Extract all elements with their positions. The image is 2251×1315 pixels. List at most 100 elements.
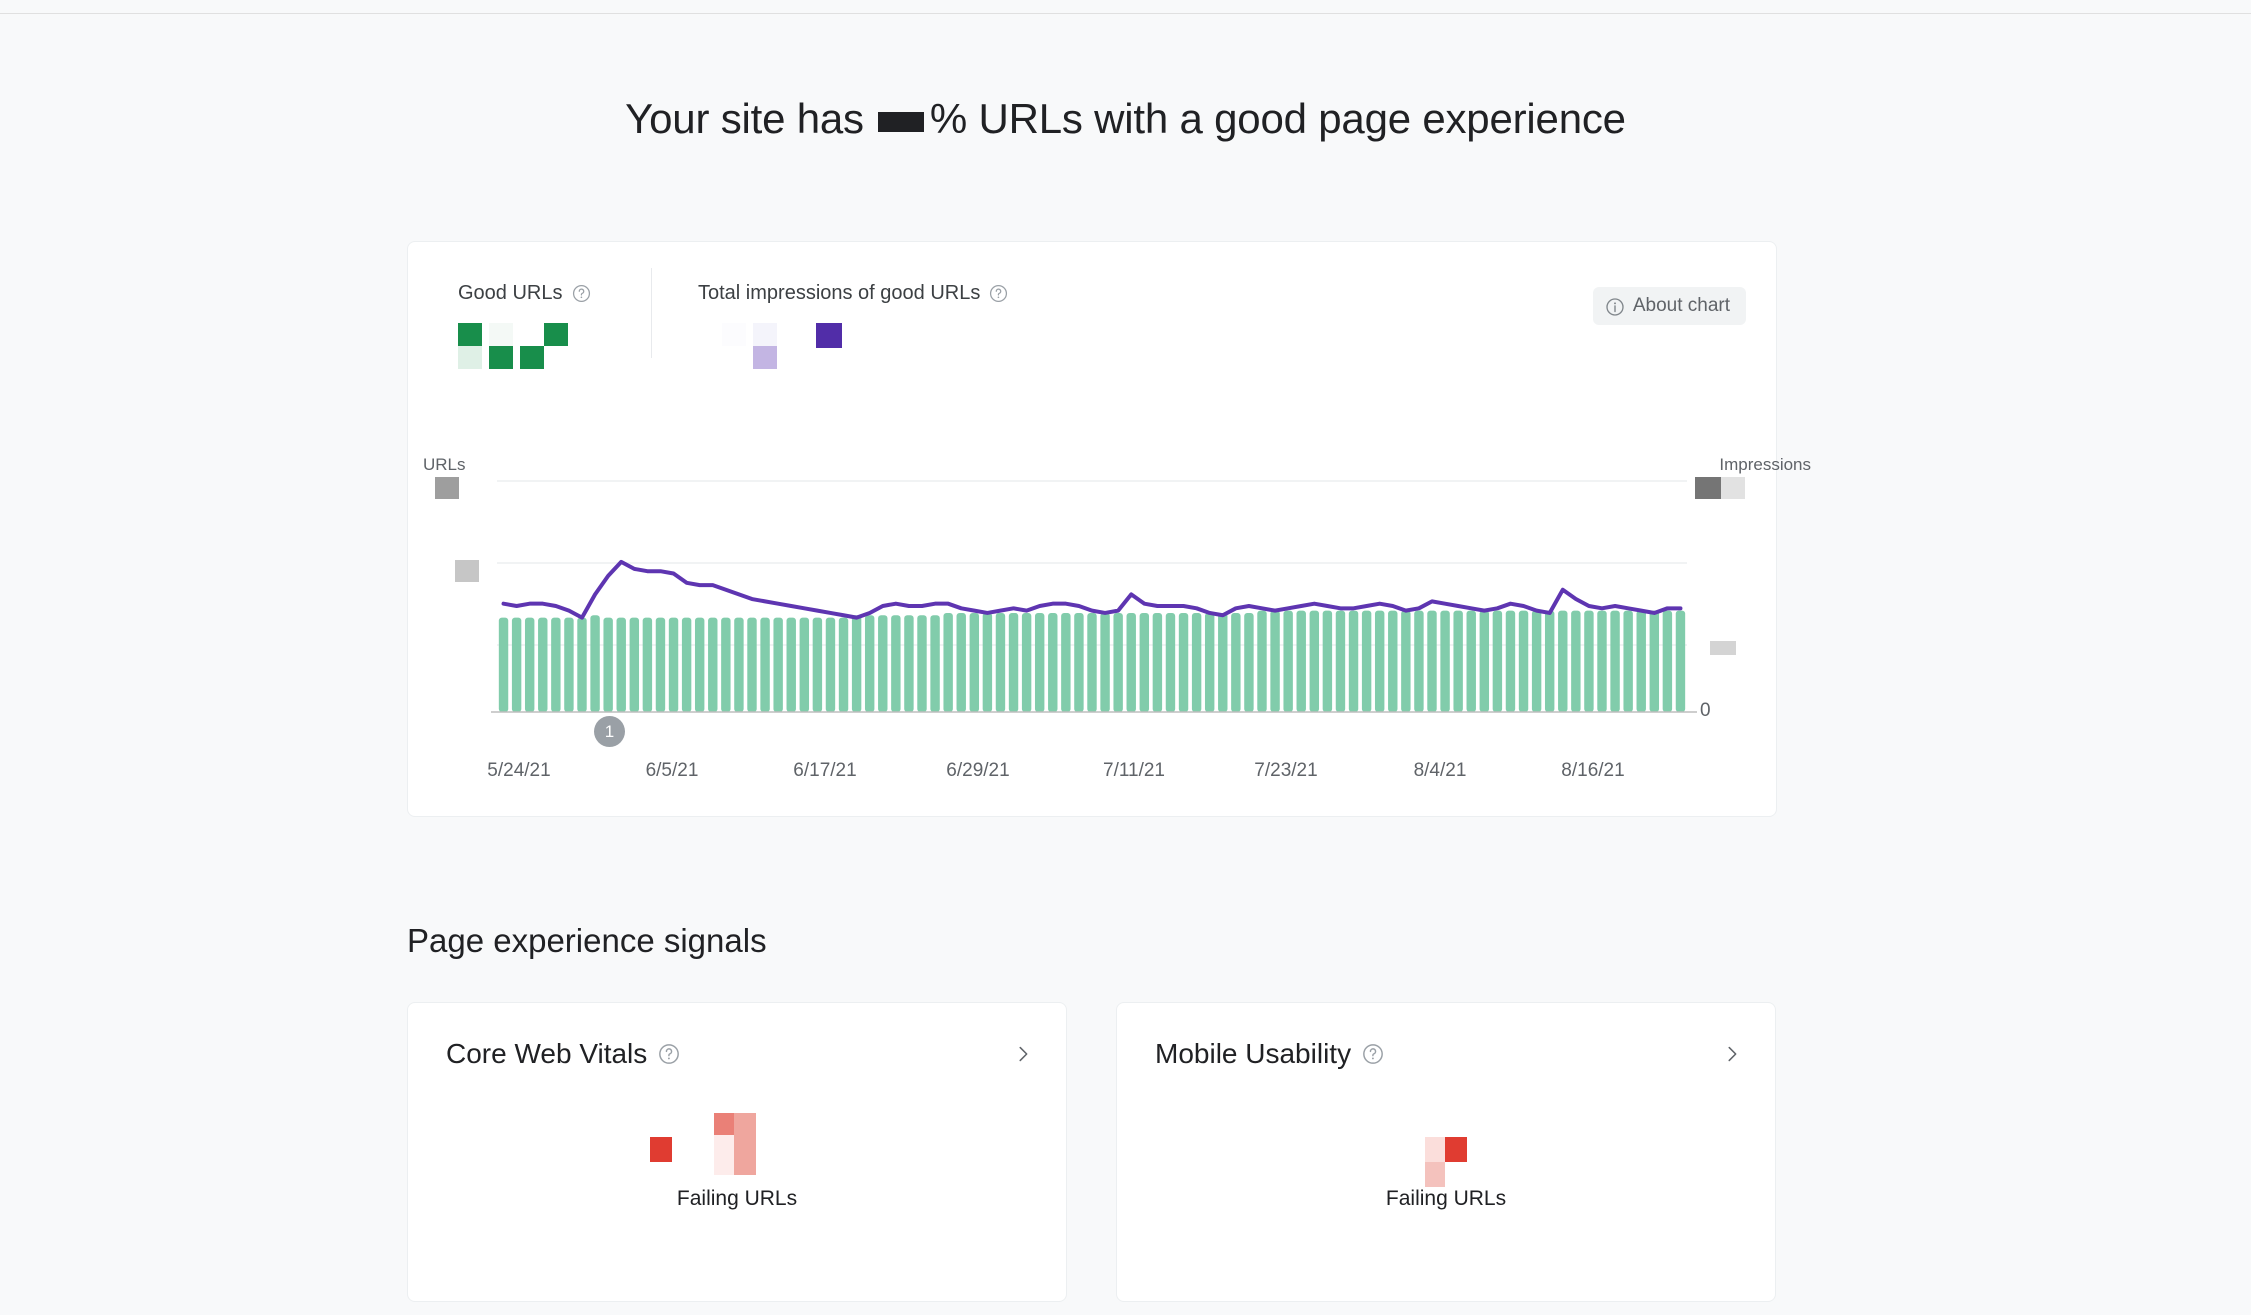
legend-divider [651, 268, 652, 358]
chart-bar [668, 617, 679, 712]
x-axis-tick-label: 7/11/21 [1103, 760, 1165, 781]
signal-card-mobile-usability[interactable]: Mobile Usability Failing URLs [1116, 1002, 1776, 1302]
about-chart-button[interactable]: About chart [1592, 287, 1746, 325]
chart-bar [1126, 612, 1136, 712]
page-title: Your site has % URLs with a good page exp… [0, 95, 2251, 143]
chart-bar [878, 615, 888, 712]
chart-bar [721, 617, 731, 712]
chart-bar [1427, 610, 1437, 712]
chart-bar [1191, 612, 1202, 712]
chart-bar [1244, 612, 1254, 712]
chart-bar [734, 617, 744, 712]
chart-bar [1139, 612, 1150, 712]
chart-svg [491, 559, 1697, 713]
x-axis-tick-label: 6/5/21 [645, 760, 699, 781]
page-title-prefix: Your site has [625, 95, 864, 142]
chart-bar [1466, 610, 1476, 712]
chart-bar [864, 615, 875, 712]
x-axis-tick-label: 6/17/21 [793, 760, 857, 781]
x-axis-tick-label: 7/23/21 [1254, 760, 1318, 781]
legend-impressions-label: Total impressions of good URLs [698, 282, 981, 304]
zero-axis-label: 0 [1700, 700, 1711, 721]
chart-bar [1544, 610, 1555, 712]
chart-bar [616, 617, 626, 712]
right-axis-title: Impressions [1719, 455, 1811, 474]
chart-bar [1165, 612, 1176, 712]
chart-bar [812, 617, 823, 712]
core-web-vitals-metric: Failing URLs [408, 1113, 1066, 1211]
chart-bar [956, 612, 966, 712]
help-circle-icon[interactable] [989, 284, 1008, 303]
chart-bar [1401, 610, 1411, 712]
chart-bar [760, 617, 770, 712]
chart-bar [1100, 612, 1110, 712]
chart-bar [1388, 610, 1398, 712]
chart-bar [773, 617, 783, 712]
chart-bar [1048, 612, 1058, 712]
chart-bar [1008, 612, 1019, 712]
chart-annotation-marker[interactable]: 1 [594, 716, 625, 747]
chart-bar [799, 617, 810, 712]
chart-bar [1231, 612, 1241, 712]
left-axis-title: URLs [423, 455, 466, 474]
chart-bar [1296, 610, 1306, 712]
chart-bar [681, 617, 692, 712]
help-circle-icon[interactable] [1362, 1043, 1384, 1065]
chart-bar [524, 617, 535, 712]
chart-bar [1335, 610, 1346, 712]
chart-bar [1361, 610, 1372, 712]
chart-bar [1270, 610, 1280, 712]
legend-good-urls-label: Good URLs [458, 282, 563, 304]
chart-bar [1087, 612, 1097, 712]
core-web-vitals-title: Core Web Vitals [446, 1038, 648, 1069]
chart-bar [1675, 610, 1686, 712]
help-circle-icon[interactable] [572, 284, 591, 303]
chart-legend: Good URLs Total impressions of good URLs [408, 242, 1776, 372]
chart-bar [538, 617, 548, 712]
chart-bar [694, 617, 705, 712]
chart-bar [1074, 612, 1084, 712]
signal-card-core-web-vitals[interactable]: Core Web Vitals Failing URLs [407, 1002, 1067, 1302]
right-axis-redacted-tick-top [1695, 477, 1721, 499]
core-web-vitals-redacted-value [637, 1113, 837, 1175]
chart-bar [1178, 612, 1189, 712]
chevron-right-icon[interactable] [1721, 1043, 1743, 1065]
redacted-percent-value [877, 111, 924, 132]
chart-bar [1662, 610, 1673, 712]
chart-bar [995, 612, 1006, 712]
chart-bar [564, 617, 574, 712]
chart-bar [747, 617, 757, 712]
help-circle-icon[interactable] [658, 1043, 680, 1065]
page-title-suffix: % URLs with a good page experience [929, 95, 1626, 142]
x-axis-tick-label: 5/24/21 [487, 760, 551, 781]
x-axis-tick-label: 6/29/21 [946, 760, 1010, 781]
legend-item-good-urls[interactable]: Good URLs [458, 282, 591, 369]
chart-bar [891, 615, 901, 712]
chart-plot-area[interactable] [491, 480, 1697, 713]
mobile-usability-title-row: Mobile Usability [1155, 1038, 1384, 1070]
chart-bar [1283, 610, 1293, 712]
chart-bar [1649, 610, 1660, 712]
chart-bar [1113, 612, 1123, 712]
chart-bar [1505, 610, 1516, 712]
chart-bar [1453, 610, 1463, 712]
chart-bar [511, 617, 522, 712]
chart-bar [1021, 612, 1032, 712]
legend-good-urls-redacted-value [458, 323, 591, 369]
right-axis-redacted-tick-top2 [1721, 477, 1745, 499]
chart-bar [708, 617, 718, 712]
chart-bar [969, 612, 980, 712]
page-experience-signals-heading: Page experience signals [407, 922, 767, 959]
chevron-right-icon[interactable] [1012, 1043, 1034, 1065]
chart-bar [1309, 610, 1320, 712]
mobile-usability-redacted-value [1346, 1113, 1546, 1187]
chart-bar [1034, 612, 1045, 712]
chart-bar [1623, 610, 1633, 712]
chart-bar [851, 615, 862, 712]
chart-x-axis: 5/24/21 6/5/21 6/17/21 6/29/21 7/11/21 7/23/2… [0, 760, 2251, 790]
legend-item-total-impressions[interactable]: Total impressions of good URLs [698, 282, 1008, 369]
chart-bar [577, 617, 587, 712]
chart-bar [1636, 610, 1646, 712]
chart-bar [1374, 610, 1385, 712]
chart-bar [1571, 610, 1581, 712]
